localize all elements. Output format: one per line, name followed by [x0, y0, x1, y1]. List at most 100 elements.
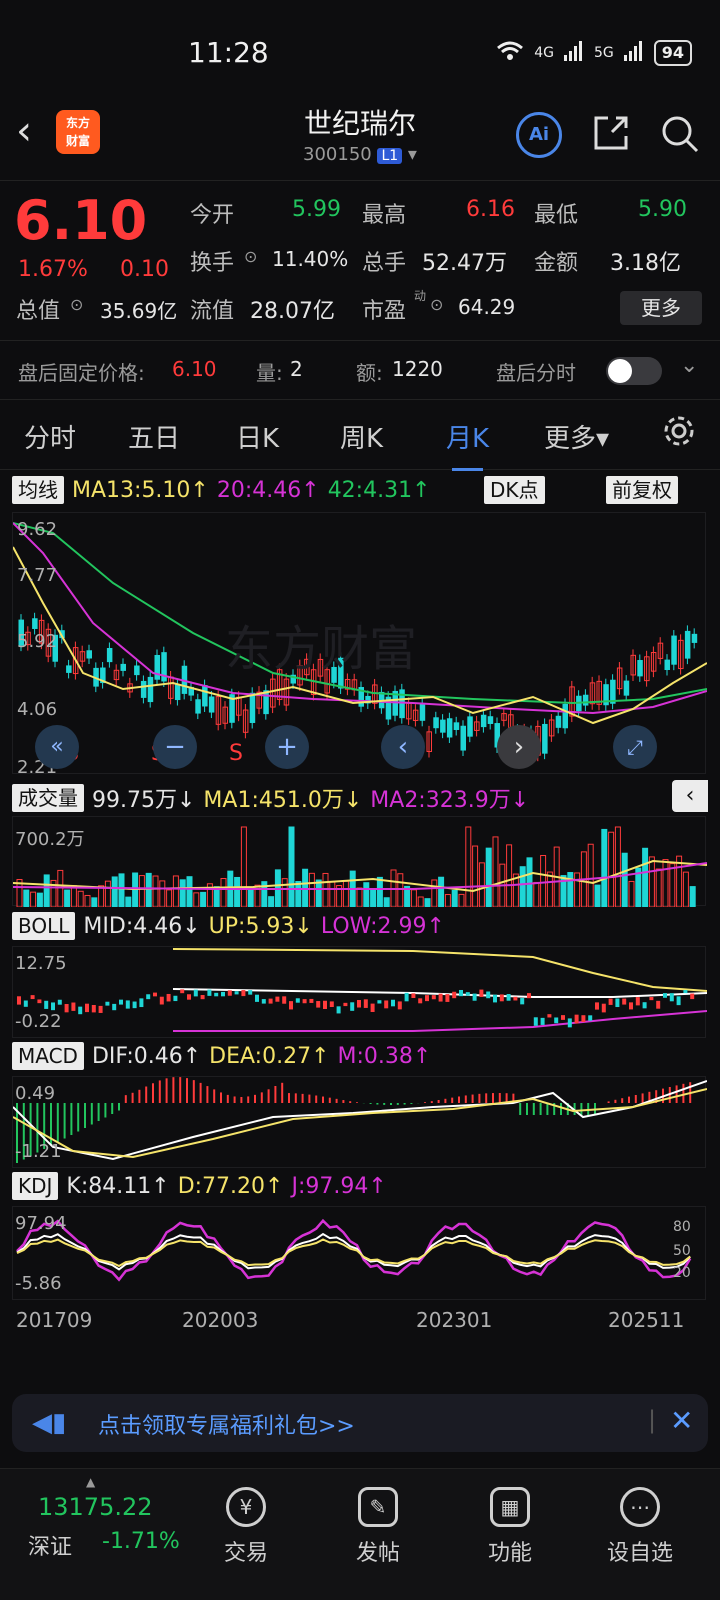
volume-bar: [410, 889, 417, 907]
volume-bar: [546, 871, 553, 907]
boll-candle: [98, 1005, 103, 1013]
close-icon[interactable]: ✕: [670, 1404, 693, 1437]
macd-chart[interactable]: 0.49 -1.21: [12, 1076, 707, 1168]
search-icon[interactable]: [660, 114, 700, 154]
volume-bar: [451, 889, 458, 907]
boll-candle: [459, 989, 463, 997]
nav-post[interactable]: ✎ 发帖: [328, 1487, 428, 1567]
signal-5g-icon: 5G: [593, 45, 614, 61]
adjust-button[interactable]: 前复权: [606, 476, 678, 504]
fullscreen-icon[interactable]: ⤢: [613, 725, 657, 769]
volume-bar: [315, 879, 322, 907]
zoom-out-icon[interactable]: −: [153, 725, 197, 769]
battery-icon: 94: [653, 40, 692, 66]
mktcap-value: 35.69亿: [100, 299, 178, 323]
boll-candle: [17, 996, 21, 1005]
tab-daily[interactable]: 日K: [236, 418, 279, 455]
after-hours-toggle[interactable]: [606, 357, 662, 385]
nav-add-watchlist[interactable]: ⋯ 设自选: [590, 1487, 690, 1567]
boll-candle: [425, 995, 429, 1002]
volume-bar: [166, 889, 173, 907]
volume-bar: [329, 881, 336, 907]
boll-candle: [187, 994, 191, 1000]
megaphone-icon: ◀▮: [32, 1408, 67, 1438]
candle: [174, 684, 181, 701]
ai-button[interactable]: Ai: [516, 112, 562, 158]
dk-point-button[interactable]: DK点: [484, 476, 545, 504]
boll-candle: [588, 1015, 593, 1021]
chevron-down-icon[interactable]: ⌄: [680, 353, 698, 378]
volume-bar: [682, 871, 689, 907]
promo-banner[interactable]: ◀▮ 点击领取专属福利礼包>> | ✕: [12, 1394, 708, 1452]
boll-candle: [363, 999, 368, 1008]
boll-candle: [656, 1000, 661, 1009]
boll-candle: [329, 1001, 334, 1008]
nav-function[interactable]: ▦ 功能: [460, 1487, 560, 1567]
volume-bar: [608, 831, 615, 907]
candle: [460, 725, 466, 751]
tab-timeshare[interactable]: 分时: [24, 418, 76, 455]
prev-icon[interactable]: ‹: [381, 725, 425, 769]
gear-icon[interactable]: [662, 414, 696, 448]
boll-candle: [411, 993, 416, 999]
volume-bar: [533, 881, 540, 907]
boll-candle: [78, 1006, 83, 1015]
volume-selector[interactable]: 成交量: [12, 784, 84, 812]
next-icon[interactable]: ›: [497, 725, 541, 769]
boll-selector[interactable]: BOLL: [12, 912, 76, 940]
kdj-chart[interactable]: 97.94 -5.86 80 50 20: [12, 1206, 706, 1300]
volume-legend: 成交量 99.75万↓ MA1:451.0万↓ MA2:323.9万↓: [12, 782, 529, 814]
volume-bar: [444, 894, 451, 907]
candle: [671, 635, 677, 665]
volume-bar: [138, 875, 145, 907]
clock: 11:28: [188, 36, 269, 69]
time-axis: 201709 202003 202301 202511: [16, 1308, 685, 1332]
volume-bar: [472, 845, 479, 907]
macd-selector[interactable]: MACD: [12, 1042, 84, 1070]
boll-chart[interactable]: 12.75 -0.22: [12, 946, 707, 1038]
boll-candle: [608, 998, 613, 1005]
tab-weekly[interactable]: 周K: [340, 418, 383, 455]
boll-candle: [595, 1002, 599, 1010]
volume-bar: [417, 896, 424, 907]
boll-candle: [23, 1000, 28, 1007]
boll-candle: [622, 998, 627, 1005]
boll-candle: [581, 1015, 586, 1022]
volume-bar: [77, 890, 84, 907]
low-value: 5.90: [638, 197, 687, 222]
collapse-icon[interactable]: ‹: [672, 780, 708, 812]
boll-candle: [275, 996, 280, 1002]
more-button[interactable]: 更多: [620, 291, 702, 325]
boll-candle: [71, 1002, 76, 1011]
boll-candle: [357, 1000, 361, 1008]
zoom-in-icon[interactable]: +: [265, 725, 309, 769]
boll-candle: [629, 1002, 633, 1010]
tab-monthly[interactable]: 月K: [446, 418, 489, 471]
boll-candle: [635, 997, 640, 1006]
share-icon[interactable]: [592, 114, 630, 152]
ma-selector[interactable]: 均线: [12, 476, 64, 504]
rewind-icon[interactable]: «: [35, 725, 79, 769]
volume-bar: [240, 826, 247, 907]
boll-candle: [418, 998, 423, 1004]
tab-more[interactable]: 更多▾: [544, 418, 609, 455]
nav-trade[interactable]: ¥ 交易: [196, 1487, 296, 1567]
volume-bar: [458, 893, 465, 907]
volume-bar: [648, 856, 655, 907]
boll-candle: [119, 999, 123, 1005]
tab-5day[interactable]: 五日: [128, 418, 180, 455]
boll-candle: [513, 996, 518, 1001]
boll-candle: [663, 993, 667, 998]
candle: [263, 690, 269, 715]
info-icon: ⊙: [244, 247, 258, 266]
candle: [32, 618, 38, 629]
volume-chart[interactable]: 700.2万: [12, 816, 707, 907]
volume-bar: [30, 891, 37, 907]
index-value: 13175.22: [38, 1493, 153, 1521]
candle: [147, 676, 154, 703]
kline-chart[interactable]: 9.62 7.77 5.92 4.06 2.21 东方财富 S S S S « …: [12, 512, 707, 778]
kdj-selector[interactable]: KDJ: [12, 1172, 59, 1200]
volume-bar: [132, 872, 139, 907]
open-value: 5.99: [292, 197, 341, 222]
boll-candle: [567, 1018, 572, 1028]
